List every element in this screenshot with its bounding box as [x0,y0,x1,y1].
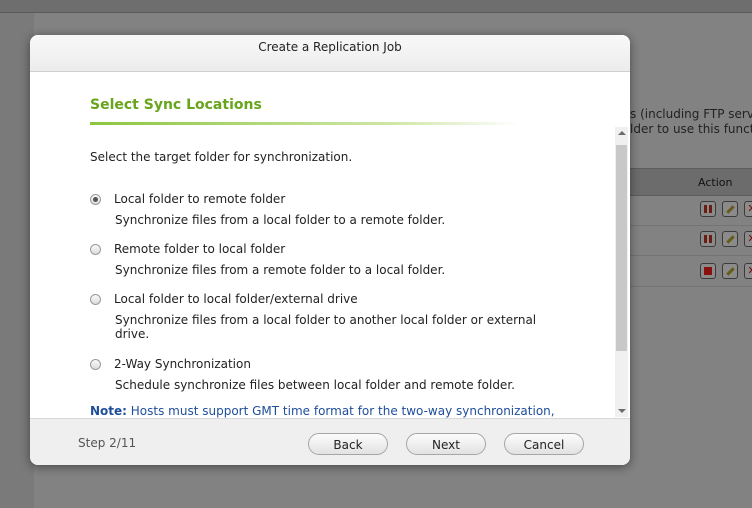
option-label[interactable]: Local folder to local folder/external dr… [114,292,358,306]
background-description-line-2: lder to use this functi [630,122,752,136]
pause-icon[interactable] [700,231,716,247]
app-top-bar [0,0,752,13]
scroll-down-arrow-icon[interactable] [618,409,626,413]
next-button[interactable]: Next [406,433,486,455]
back-button[interactable]: Back [308,433,388,455]
dialog-footer: Step 2/11 Back Next Cancel [30,418,630,465]
option-description: Synchronize files from a local folder to… [115,213,446,227]
edit-icon[interactable] [722,263,738,279]
scrollbar-thumb[interactable] [616,145,627,351]
option-description: Schedule synchronize files between local… [115,378,515,392]
option-label[interactable]: 2-Way Synchronization [114,357,251,371]
background-table-row: ✕ [630,256,752,287]
background-table-header [630,168,752,196]
scroll-up-arrow-icon[interactable] [618,131,626,135]
replication-job-dialog: Create a Replication Job Select Sync Loc… [30,35,630,465]
background-table-row: ✕ [630,225,752,256]
delete-icon[interactable]: ✕ [744,263,752,279]
edit-icon[interactable] [722,231,738,247]
stop-icon[interactable] [700,263,716,279]
intro-text: Select the target folder for synchroniza… [90,150,353,164]
option-label[interactable]: Remote folder to local folder [114,242,285,256]
app-side-column [0,13,34,508]
cancel-button[interactable]: Cancel [504,433,584,455]
step-indicator: Step 2/11 [78,436,137,450]
option-description: Synchronize files from a local folder to… [115,313,537,341]
background-action-header: Action [698,176,733,189]
note-label: Note: [90,404,127,418]
dialog-scrollbar[interactable] [615,127,628,417]
edit-icon[interactable] [722,201,738,217]
radio-remote-to-local[interactable] [90,244,101,255]
radio-two-way-sync[interactable] [90,359,101,370]
section-title: Select Sync Locations [90,97,262,113]
option-description: Synchronize files from a remote folder t… [115,263,446,277]
background-table-row: ✕ [630,195,752,226]
dialog-body: Select Sync Locations Select the target … [30,35,630,418]
section-divider [90,122,520,125]
delete-icon[interactable]: ✕ [744,231,752,247]
radio-local-to-local[interactable] [90,294,101,305]
delete-icon[interactable]: ✕ [744,201,752,217]
gmt-note: Note: Hosts must support GMT time format… [90,404,555,418]
background-description-line-1: s (including FTP serve [630,107,752,121]
note-text: Hosts must support GMT time format for t… [126,404,555,418]
radio-local-to-remote[interactable] [90,194,101,205]
pause-icon[interactable] [700,201,716,217]
option-label[interactable]: Local folder to remote folder [114,192,285,206]
